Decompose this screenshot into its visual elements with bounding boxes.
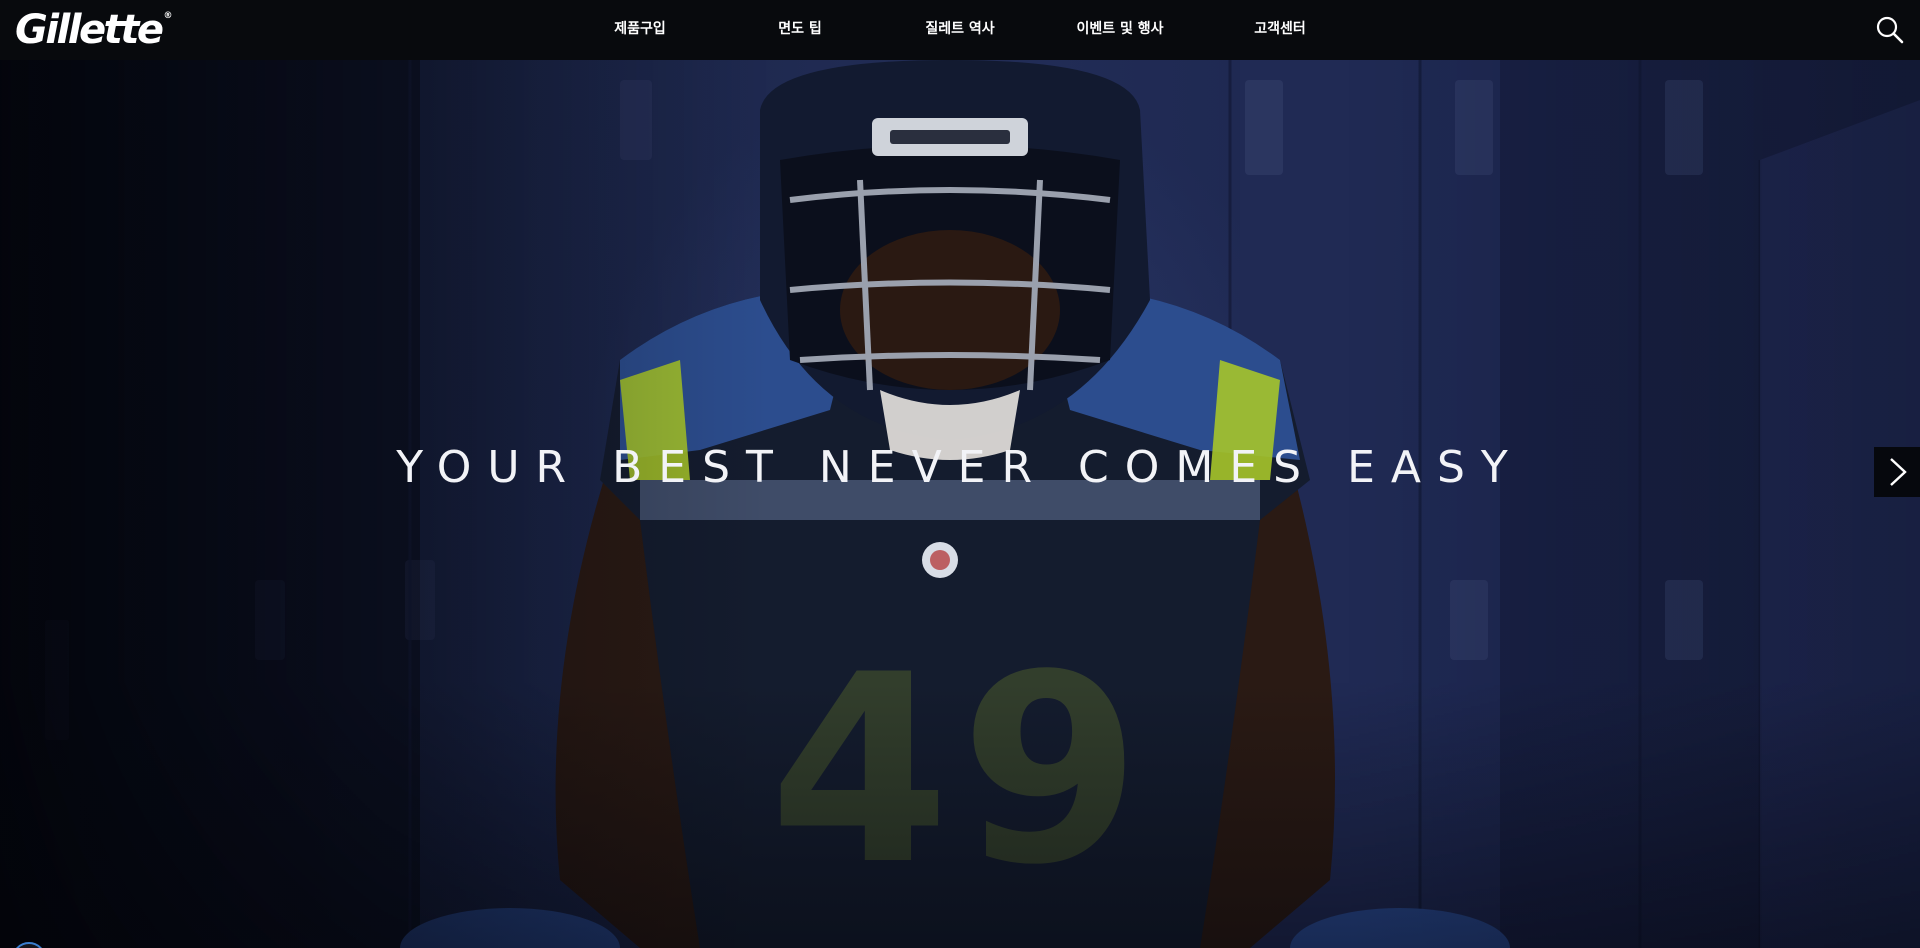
top-navigation-bar: Gillette ® 제품구입 면도 팁 질레트 역사 이벤트 및 행사 고객센터 bbox=[0, 0, 1920, 60]
jersey-number: 49 bbox=[769, 620, 1151, 922]
nav-item-customer-center[interactable]: 고객센터 bbox=[1254, 0, 1306, 60]
logo-text: Gillette bbox=[15, 7, 164, 53]
nav-item-buy-products[interactable]: 제품구입 bbox=[614, 0, 666, 60]
chevron-right-icon bbox=[1890, 458, 1907, 486]
hero-image: 49 bbox=[0, 60, 1920, 948]
nav-item-events[interactable]: 이벤트 및 행사 bbox=[1076, 0, 1163, 60]
nav-item-gillette-history[interactable]: 질레트 역사 bbox=[925, 0, 994, 60]
hero-headline: YOUR BEST NEVER COMES EASY bbox=[396, 442, 1524, 493]
carousel-next-button[interactable] bbox=[1874, 447, 1920, 497]
nav-item-shaving-tips[interactable]: 면도 팁 bbox=[778, 0, 822, 60]
search-button[interactable] bbox=[1874, 14, 1906, 46]
registered-mark: ® bbox=[163, 11, 173, 21]
hero-banner: 49 YOUR BEST NEVER COMES EASY bbox=[0, 60, 1920, 948]
page: Gillette ® 제품구입 면도 팁 질레트 역사 이벤트 및 행사 고객센터 bbox=[0, 0, 1920, 948]
gillette-logo[interactable]: Gillette ® bbox=[15, 6, 172, 54]
search-icon bbox=[1876, 16, 1904, 44]
